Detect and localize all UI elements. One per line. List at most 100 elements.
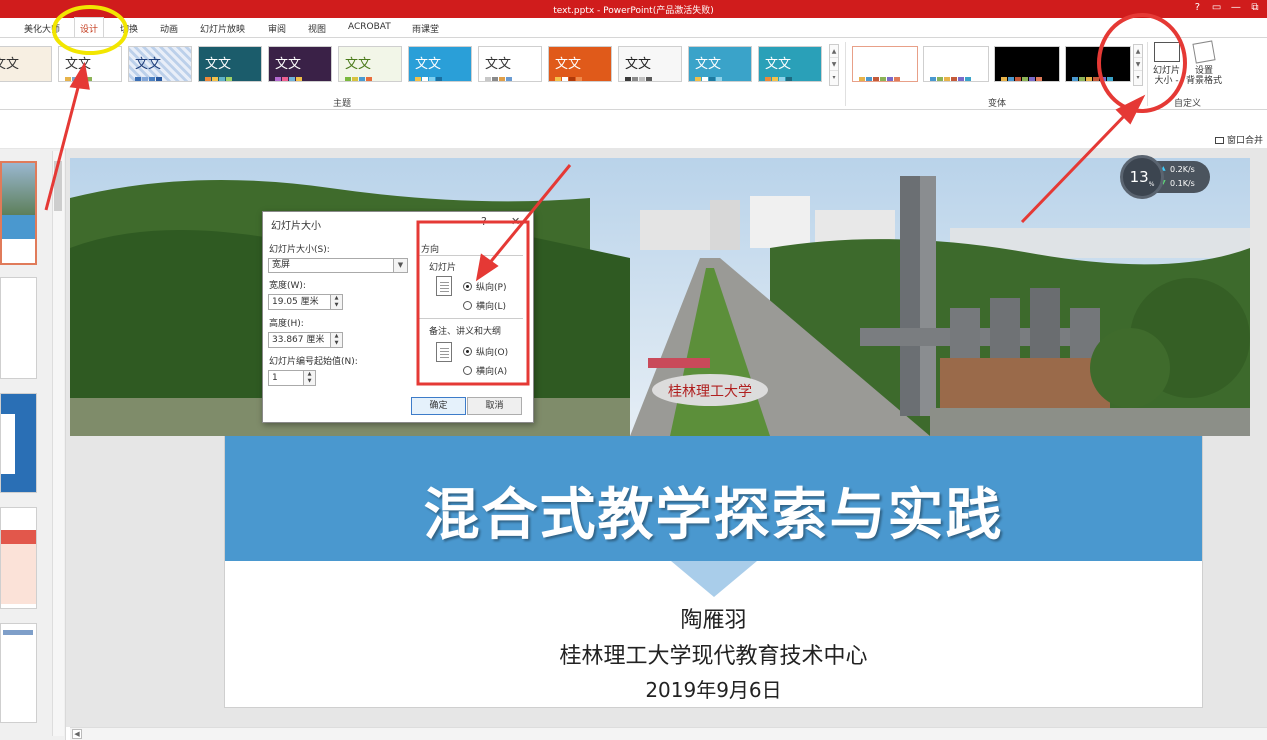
- theme-thumbnail[interactable]: 文文: [408, 46, 472, 82]
- theme-sample-text: 文文: [695, 57, 722, 72]
- tab-slideshow[interactable]: 幻灯片放映: [200, 22, 245, 35]
- gate-sign-text: 桂林理工大学: [668, 384, 752, 400]
- slide-size-select[interactable]: 宽屏 ▼: [268, 258, 408, 273]
- notes-orientation-label: 备注、讲义和大纲: [429, 327, 502, 337]
- slide-thumbnail-5[interactable]: [0, 623, 37, 723]
- variant-thumbnail[interactable]: [852, 46, 918, 82]
- variant-color-bars: [930, 73, 972, 81]
- variants-gallery-scroll[interactable]: ▲ ▼ ▾: [1133, 44, 1143, 86]
- start-number-input[interactable]: 1 ▲ ▼: [268, 370, 316, 386]
- dialog-close-icon[interactable]: ✕: [511, 215, 520, 228]
- organization-name[interactable]: 桂林理工大学现代教育技术中心: [225, 638, 1202, 670]
- upload-speed: 0.2K/s: [1170, 165, 1195, 174]
- help-icon[interactable]: ?: [1189, 2, 1205, 13]
- variant-color-bars: [1072, 73, 1114, 81]
- ok-button[interactable]: 确定: [411, 397, 466, 415]
- dialog-help-icon[interactable]: ?: [481, 215, 487, 228]
- slide-thumbnail-2[interactable]: [0, 277, 37, 379]
- window-merge-button[interactable]: 窗口合并: [1214, 133, 1263, 146]
- radio-unchecked-icon: [463, 366, 472, 375]
- tab-rain-classroom[interactable]: 雨课堂: [412, 22, 439, 35]
- format-background-label: 设置 背景格式: [1186, 66, 1223, 86]
- theme-sample-text: 文文: [765, 57, 792, 72]
- net-speed-widget[interactable]: ▲ 0.2K/s ▼ 0.1K/s 13%: [1120, 155, 1210, 199]
- themes-gallery-scroll[interactable]: ▲ ▼ ▾: [829, 44, 839, 86]
- customize-group-label: 自定义: [1174, 99, 1202, 109]
- theme-sample-text: 文文: [555, 57, 582, 72]
- variant-thumbnail[interactable]: [1065, 46, 1131, 82]
- radio-checked-icon: [463, 347, 472, 356]
- theme-thumbnail[interactable]: 文文: [618, 46, 682, 82]
- tab-review[interactable]: 审阅: [268, 22, 286, 35]
- theme-thumbnail[interactable]: 文文: [268, 46, 332, 82]
- cpu-percent-circle: 13%: [1120, 155, 1164, 199]
- tab-view[interactable]: 视图: [308, 22, 326, 35]
- minimize-icon[interactable]: —: [1228, 2, 1244, 13]
- start-number-spinner-icon[interactable]: ▲ ▼: [303, 371, 315, 385]
- theme-thumbnail[interactable]: 文文: [548, 46, 612, 82]
- notes-landscape-radio[interactable]: 横向(A): [463, 364, 507, 377]
- thumbnails-scrollbar[interactable]: [52, 151, 64, 736]
- width-input[interactable]: 19.05 厘米 ▲ ▼: [268, 294, 343, 310]
- theme-thumbnail[interactable]: 文文: [128, 46, 192, 82]
- width-value: 19.05 厘米: [272, 297, 319, 307]
- theme-thumbnail[interactable]: 文文: [688, 46, 752, 82]
- window-title: text.pptx - PowerPoint(产品激活失败): [553, 6, 714, 16]
- slides-portrait-radio[interactable]: 纵向(P): [463, 280, 506, 293]
- dialog-title: 幻灯片大小: [271, 221, 321, 232]
- variant-thumbnail[interactable]: [923, 46, 989, 82]
- theme-thumbnail[interactable]: 文文: [198, 46, 262, 82]
- height-input[interactable]: 33.867 厘米 ▲ ▼: [268, 332, 343, 348]
- cpu-percent: 13: [1129, 168, 1149, 186]
- banner-triangle: [671, 561, 757, 597]
- slide-thumbnail-3[interactable]: [0, 393, 37, 493]
- theme-color-bars: [205, 73, 245, 81]
- tab-animations[interactable]: 动画: [160, 22, 178, 35]
- ribbon-display-icon[interactable]: ▭: [1209, 2, 1225, 13]
- slides-orientation-label: 幻灯片: [429, 263, 457, 273]
- theme-color-bars: [695, 73, 735, 81]
- format-background-button[interactable]: 设置 背景格式: [1186, 40, 1223, 86]
- theme-thumbnail[interactable]: 文文: [338, 46, 402, 82]
- tab-transitions[interactable]: 切换: [120, 22, 138, 35]
- height-spinner-icon[interactable]: ▲ ▼: [330, 333, 342, 347]
- tab-beautify[interactable]: 美化大师: [24, 22, 60, 35]
- tab-acrobat[interactable]: ACROBAT: [348, 22, 391, 32]
- theme-color-bars: [65, 73, 105, 81]
- theme-thumbnail[interactable]: 文文: [58, 46, 122, 82]
- orientation-label: 方向: [421, 245, 440, 255]
- theme-sample-text: 文文: [135, 57, 162, 72]
- slide-canvas[interactable]: 混合式教学探索与实践 陶雁羽 桂林理工大学现代教育技术中心 2019年9月6日: [224, 436, 1203, 708]
- download-speed: 0.1K/s: [1170, 179, 1195, 188]
- theme-sample-text: 文文: [0, 57, 20, 72]
- theme-color-bars: [345, 73, 385, 81]
- scroll-left-icon[interactable]: ◀: [72, 729, 82, 739]
- portrait-page-icon: [436, 276, 452, 296]
- theme-thumbnail[interactable]: 文文: [758, 46, 822, 82]
- width-spinner-icon[interactable]: ▲ ▼: [330, 295, 342, 309]
- slides-landscape-radio[interactable]: 横向(L): [463, 299, 506, 312]
- campus-photo: 桂林理工大学: [70, 158, 1250, 436]
- theme-sample-text: 文文: [275, 57, 302, 72]
- cancel-button[interactable]: 取消: [467, 397, 522, 415]
- variant-color-bars: [1001, 73, 1043, 81]
- slide-thumbnail-1[interactable]: [0, 161, 37, 265]
- slides-orientation-group: [419, 255, 523, 256]
- restore-icon[interactable]: ⧉: [1247, 2, 1263, 13]
- variant-thumbnail[interactable]: [994, 46, 1060, 82]
- theme-color-bars: [765, 73, 805, 81]
- slide-horizontal-scrollbar[interactable]: ◀: [70, 727, 1267, 740]
- slide-size-dialog: 幻灯片大小 ? ✕ 幻灯片大小(S): 宽屏 ▼ 宽度(W): 19.05 厘米…: [262, 211, 534, 423]
- slide-title[interactable]: 混合式教学探索与实践: [225, 470, 1202, 551]
- tab-design[interactable]: 设计: [73, 17, 105, 39]
- slide-thumbnail-4[interactable]: [0, 507, 37, 609]
- format-background-icon: [1192, 40, 1216, 64]
- theme-thumbnail[interactable]: 文文: [0, 46, 52, 82]
- notes-portrait-radio[interactable]: 纵向(O): [463, 345, 508, 358]
- slide-size-button[interactable]: 幻灯片 大小 -: [1153, 42, 1180, 86]
- author-name[interactable]: 陶雁羽: [225, 602, 1202, 634]
- presentation-date[interactable]: 2019年9月6日: [225, 674, 1202, 703]
- theme-thumbnail[interactable]: 文文: [478, 46, 542, 82]
- slides-landscape-label: 横向(L): [476, 302, 507, 312]
- theme-color-bars: [135, 73, 175, 81]
